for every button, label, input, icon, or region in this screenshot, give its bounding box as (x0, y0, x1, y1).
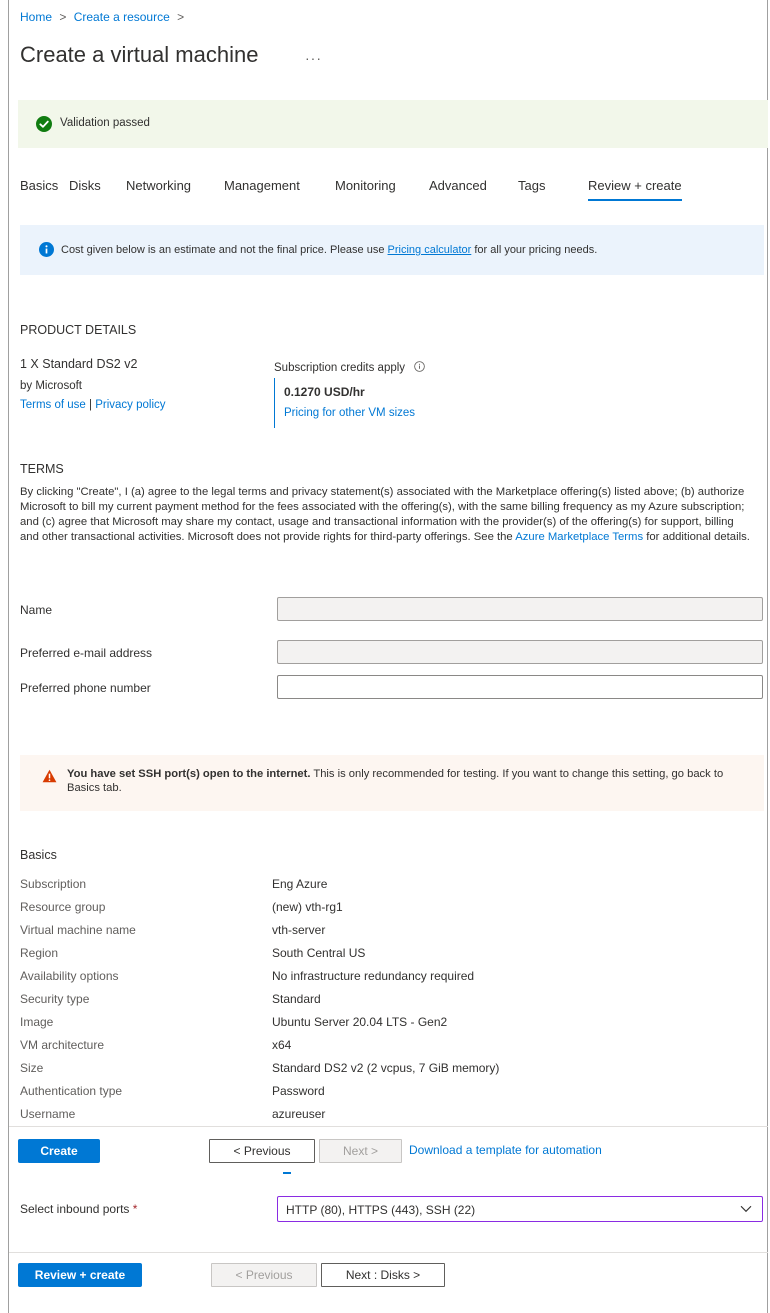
product-links: Terms of use | Privacy policy (20, 399, 166, 411)
summary-label: Virtual machine name (20, 923, 136, 937)
cost-info-text-before: Cost given below is an estimate and not … (61, 244, 385, 256)
inbound-ports-label: Select inbound ports * (20, 1202, 137, 1216)
privacy-policy-link[interactable]: Privacy policy (95, 399, 165, 411)
summary-label: Region (20, 946, 59, 960)
basics-summary-heading: Basics (20, 848, 57, 862)
footer-divider (9, 1126, 768, 1127)
tab-disks[interactable]: Disks (69, 178, 101, 193)
summary-value: South Central US (272, 946, 366, 960)
info-circle-icon[interactable] (414, 361, 426, 372)
price-accent-line (274, 378, 275, 428)
create-button[interactable]: Create (18, 1139, 100, 1163)
inbound-ports-value: HTTP (80), HTTPS (443), SSH (22) (286, 1203, 476, 1217)
product-name: 1 X Standard DS2 v2 (20, 357, 138, 371)
more-options-icon[interactable]: ··· (305, 50, 322, 66)
terms-text: By clicking "Create", I (a) agree to the… (20, 485, 750, 545)
price-value: 0.1270 USD/hr (284, 385, 365, 399)
inbound-ports-select[interactable]: HTTP (80), HTTPS (443), SSH (22) (277, 1196, 763, 1222)
footer-divider (9, 1252, 768, 1253)
next-disks-button[interactable]: Next : Disks > (321, 1263, 445, 1287)
ssh-warning-banner: You have set SSH port(s) open to the int… (20, 755, 764, 811)
terms-heading: TERMS (20, 462, 64, 476)
summary-value: Ubuntu Server 20.04 LTS - Gen2 (272, 1015, 448, 1029)
warning-text: You have set SSH port(s) open to the int… (67, 767, 747, 795)
inbound-ports-label-text: Select inbound ports (20, 1202, 130, 1216)
download-template-link[interactable]: Download a template for automation (409, 1143, 602, 1157)
page-title: Create a virtual machine (20, 42, 259, 67)
tab-management[interactable]: Management (224, 178, 300, 193)
summary-value: Standard DS2 v2 (2 vcpus, 7 GiB memory) (272, 1061, 500, 1075)
chevron-down-icon (740, 1205, 752, 1213)
summary-value: Eng Azure (272, 877, 328, 891)
warning-bold-text: You have set SSH port(s) open to the int… (67, 768, 311, 780)
summary-label: Resource group (20, 900, 106, 914)
info-icon (39, 242, 54, 257)
summary-label: Size (20, 1061, 44, 1075)
tab-monitoring[interactable]: Monitoring (335, 178, 396, 193)
tab-tags[interactable]: Tags (518, 178, 545, 193)
pricing-other-sizes-link[interactable]: Pricing for other VM sizes (284, 407, 415, 419)
email-field[interactable] (277, 640, 763, 664)
link-separator: | (89, 399, 93, 411)
azure-marketplace-terms-link[interactable]: Azure Marketplace Terms (515, 531, 643, 543)
email-label: Preferred e-mail address (20, 646, 153, 660)
summary-value: x64 (272, 1038, 292, 1052)
summary-value: vth-server (272, 923, 326, 937)
tab-review-create[interactable]: Review + create (588, 178, 682, 201)
previous-button[interactable]: < Previous (209, 1139, 315, 1163)
review-create-button[interactable]: Review + create (18, 1263, 142, 1287)
summary-value: No infrastructure redundancy required (272, 969, 475, 983)
summary-label: VM architecture (20, 1038, 105, 1052)
validation-banner: Validation passed (18, 100, 768, 148)
name-label: Name (20, 603, 53, 617)
summary-value: Password (272, 1084, 325, 1098)
summary-label: Subscription (20, 877, 87, 891)
breadcrumb-create-resource-link[interactable]: Create a resource (74, 10, 170, 24)
summary-value: Standard (272, 992, 321, 1006)
summary-label: Security type (20, 992, 90, 1006)
subscription-credits-text: Subscription credits apply (274, 362, 406, 374)
tab-networking[interactable]: Networking (126, 178, 191, 193)
breadcrumb-home-link[interactable]: Home (20, 10, 52, 24)
cost-info-banner: Cost given below is an estimate and not … (20, 225, 764, 275)
warning-icon (42, 769, 57, 783)
summary-label: Availability options (20, 969, 119, 983)
phone-label: Preferred phone number (20, 681, 151, 695)
pricing-calculator-link[interactable]: Pricing calculator (388, 244, 472, 256)
success-check-icon (36, 116, 52, 132)
phone-field[interactable] (277, 675, 763, 699)
cost-info-text: Cost given below is an estimate and not … (61, 244, 597, 256)
subscription-credits-label: Subscription credits apply (274, 361, 426, 374)
breadcrumb-separator: > (59, 10, 67, 24)
cost-info-text-after: for all your pricing needs. (474, 244, 598, 256)
terms-of-use-link[interactable]: Terms of use (20, 399, 86, 411)
summary-label: Image (20, 1015, 54, 1029)
next-button-disabled[interactable]: Next > (319, 1139, 402, 1163)
name-field[interactable] (277, 597, 763, 621)
focus-indicator (283, 1172, 291, 1174)
tab-advanced[interactable]: Advanced (429, 178, 487, 193)
terms-text-after: for additional details. (646, 531, 750, 543)
validation-text: Validation passed (60, 117, 150, 129)
summary-value: azureuser (272, 1107, 326, 1121)
summary-label: Authentication type (20, 1084, 123, 1098)
required-asterisk: * (132, 1202, 138, 1216)
summary-value: (new) vth-rg1 (272, 900, 343, 914)
summary-label: Username (20, 1107, 76, 1121)
tab-basics[interactable]: Basics (20, 178, 58, 193)
breadcrumb: Home > Create a resource > (20, 10, 188, 24)
product-publisher: by Microsoft (20, 380, 82, 392)
previous-button-disabled[interactable]: < Previous (211, 1263, 317, 1287)
product-details-heading: PRODUCT DETAILS (20, 323, 137, 337)
breadcrumb-separator: > (177, 10, 185, 24)
